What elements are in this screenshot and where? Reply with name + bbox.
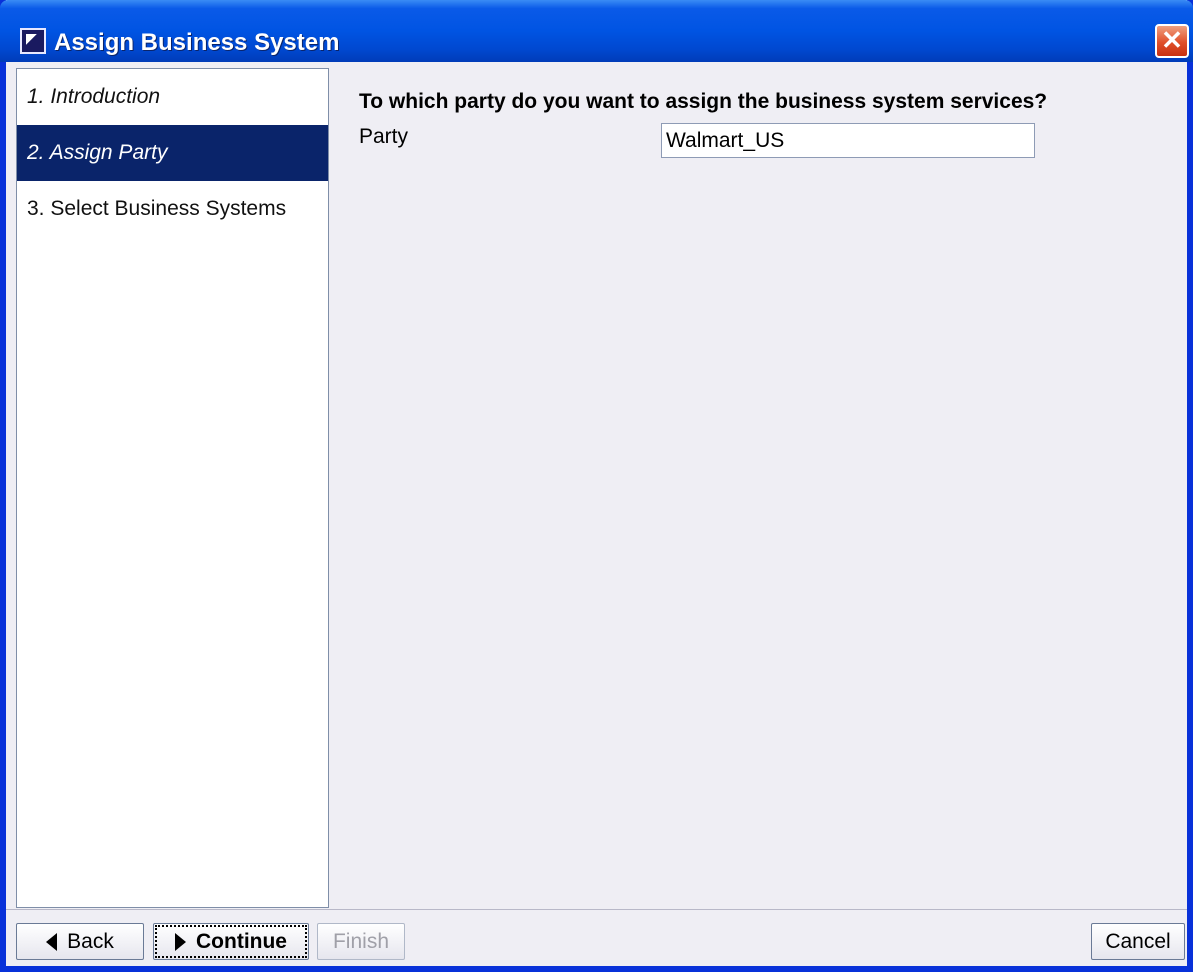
app-window-icon (20, 28, 46, 54)
title-bar[interactable]: Assign Business System ✕ (0, 0, 1193, 62)
close-icon[interactable]: ✕ (1155, 24, 1189, 58)
step-select-business-systems[interactable]: 3. Select Business Systems (17, 181, 328, 237)
back-button[interactable]: Back (16, 923, 144, 960)
back-button-label: Back (67, 929, 114, 953)
party-question-heading: To which party do you want to assign the… (359, 90, 1048, 113)
finish-button[interactable]: Finish (317, 923, 405, 960)
step-assign-party[interactable]: 2. Assign Party (17, 125, 328, 181)
cancel-button-label: Cancel (1105, 929, 1171, 953)
assign-business-system-dialog: Assign Business System ✕ 1. Introduction… (0, 0, 1193, 972)
button-bar-divider (6, 909, 1187, 910)
window-title: Assign Business System (54, 29, 340, 56)
triangle-right-icon (175, 932, 186, 951)
party-label: Party (359, 125, 409, 148)
triangle-left-icon (46, 932, 58, 951)
main-panel: To which party do you want to assign the… (336, 68, 1181, 908)
wizard-steps-list: 1. Introduction 2. Assign Party 3. Selec… (16, 68, 329, 908)
finish-button-label: Finish (332, 929, 390, 953)
continue-button-label: Continue (196, 929, 287, 953)
cancel-button[interactable]: Cancel (1091, 923, 1185, 960)
step-introduction[interactable]: 1. Introduction (17, 69, 328, 125)
continue-button[interactable]: Continue (153, 923, 309, 960)
party-input[interactable] (661, 123, 1035, 158)
